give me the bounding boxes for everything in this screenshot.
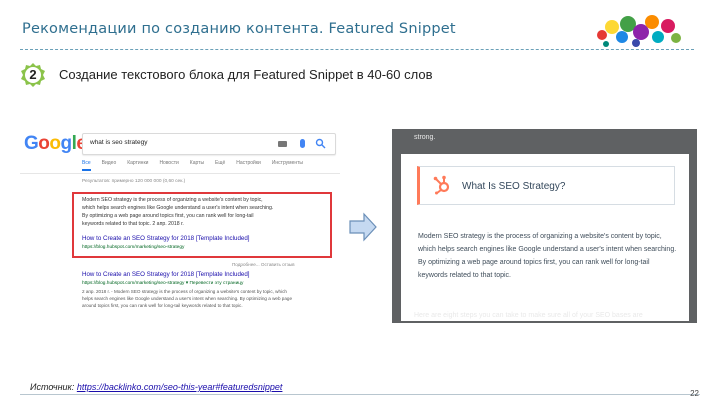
search-tabs: Все Видео Картинки Новости Карты Ещё Нас…: [82, 160, 303, 171]
step-badge: 2: [20, 62, 46, 88]
tab-video[interactable]: Видео: [102, 160, 117, 171]
colorful-speech-bubbles-logo: [597, 15, 681, 47]
right-arrow-icon: [349, 212, 377, 242]
step-number: 2: [29, 67, 37, 82]
tab-maps[interactable]: Карты: [190, 160, 204, 171]
snippet-text-line: By optimizing a web page around topics f…: [82, 213, 254, 219]
article-heading: What Is SEO Strategy?: [462, 181, 566, 192]
article-top-text: strong.: [414, 134, 436, 141]
result-url[interactable]: https://blog.hubspot.com/marketing/seo-s…: [82, 281, 243, 286]
footer-divider: [20, 394, 700, 395]
tab-tools[interactable]: Инструменты: [272, 160, 303, 171]
google-logo-letter: g: [60, 133, 73, 154]
slide-title: Рекомендации по созданию контента. Featu…: [22, 21, 456, 37]
search-query: what is seo strategy: [90, 139, 148, 146]
result-description-line: helps search engines like Google underst…: [82, 296, 293, 301]
snippet-feedback[interactable]: Подробнее... Оставить отзыв: [232, 262, 295, 267]
tab-settings[interactable]: Настройки: [236, 160, 261, 171]
title-divider: [20, 49, 694, 50]
tab-news[interactable]: Новости: [159, 160, 178, 171]
snippet-text-line: Modern SEO strategy is the process of or…: [82, 197, 263, 203]
google-logo-letter: G: [24, 133, 39, 154]
hubspot-sprocket-icon: [433, 175, 450, 195]
source-label: Источник:: [30, 382, 75, 392]
snippet-text-line: which helps search engines like Google u…: [82, 205, 274, 211]
keyboard-icon[interactable]: [278, 141, 287, 147]
step-description: Создание текстового блока для Featured S…: [59, 67, 433, 82]
source-link[interactable]: https://backlinko.com/seo-this-year#feat…: [77, 382, 283, 392]
article-card: What Is SEO Strategy? Modern SEO strateg…: [401, 154, 689, 321]
hubspot-article-screenshot: strong. What Is SEO Strategy? Modern SEO…: [392, 129, 697, 323]
search-icon[interactable]: [315, 138, 326, 149]
tab-all[interactable]: Все: [82, 160, 91, 171]
microphone-icon[interactable]: [300, 139, 305, 148]
featured-result-url[interactable]: https://blog.hubspot.com/marketing/seo-s…: [82, 245, 184, 250]
article-bottom-text: Here are eight steps you can take to mak…: [414, 312, 643, 319]
snippet-text-line: keywords related to that topic. 2 апр. 2…: [82, 221, 184, 227]
article-paragraph: Modern SEO strategy is the process of or…: [418, 233, 677, 279]
source-note: Источник: https://backlinko.com/seo-this…: [30, 382, 282, 392]
featured-result-link[interactable]: How to Create an SEO Strategy for 2018 […: [82, 235, 250, 242]
tab-images[interactable]: Картинки: [127, 160, 148, 171]
search-input[interactable]: what is seo strategy: [82, 133, 336, 155]
result-description-line: 2 апр. 2018 г. - Modern SEO strategy is …: [82, 289, 287, 294]
result-description-line: around topics first, you can rank well f…: [82, 303, 243, 308]
google-serp-screenshot: Google what is seo strategy Все Видео Ка…: [20, 128, 340, 310]
google-logo-letter: o: [38, 133, 50, 154]
tab-more[interactable]: Ещё: [215, 160, 225, 171]
google-logo: Google: [24, 133, 87, 155]
result-stats: Результатов: примерно 120 000 000 (0,60 …: [82, 179, 186, 184]
page-number: 22: [690, 389, 699, 398]
serp-divider: [20, 173, 340, 174]
result-link[interactable]: How to Create an SEO Strategy for 2018 […: [82, 271, 250, 278]
google-logo-letter: o: [49, 133, 61, 154]
article-heading-box: What Is SEO Strategy?: [417, 166, 675, 205]
